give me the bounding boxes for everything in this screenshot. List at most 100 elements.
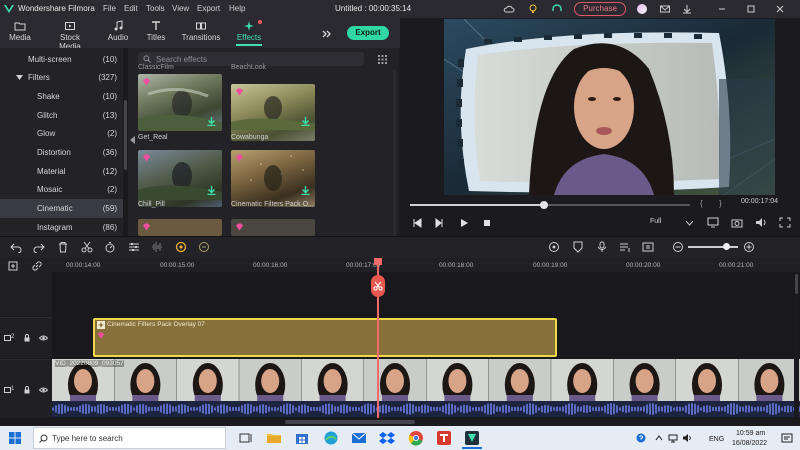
- scrollbar-thumb[interactable]: [285, 420, 415, 424]
- scrollbar-thumb[interactable]: [124, 100, 127, 170]
- render-preview-icon[interactable]: [548, 241, 560, 253]
- category-shake[interactable]: Shake (10): [0, 87, 123, 106]
- chevrons-right-icon[interactable]: [321, 28, 333, 40]
- link-icon[interactable]: [32, 261, 42, 271]
- collapse-arrow-icon[interactable]: [130, 136, 136, 144]
- fullscreen-icon[interactable]: [779, 217, 791, 228]
- speaker-icon[interactable]: [682, 433, 692, 443]
- menu-tools[interactable]: Tools: [146, 4, 165, 13]
- voiceover-list-icon[interactable]: [619, 241, 631, 253]
- zoom-in-icon[interactable]: [743, 241, 755, 253]
- clock-date[interactable]: 16/08/2022: [732, 440, 767, 447]
- effect-clip[interactable]: Cinematic Filters Pack Overlay 07: [93, 318, 557, 357]
- task-view-icon[interactable]: [238, 430, 254, 446]
- zoom-out-icon[interactable]: [672, 241, 684, 253]
- tab-effects[interactable]: Effects: [230, 20, 268, 46]
- mail-app-icon[interactable]: [351, 430, 367, 446]
- avatar[interactable]: [637, 4, 647, 14]
- mail-icon[interactable]: [659, 3, 671, 15]
- menu-help[interactable]: Help: [229, 4, 245, 13]
- quality-select[interactable]: Full: [650, 218, 661, 225]
- timeline-vertical-scrollbar[interactable]: [794, 272, 799, 418]
- category-material[interactable]: Material (12): [0, 162, 123, 181]
- microphone-icon[interactable]: [596, 241, 608, 253]
- speed-icon[interactable]: [104, 241, 116, 253]
- download-icon[interactable]: [207, 117, 216, 126]
- eye-icon[interactable]: [39, 334, 48, 342]
- chevron-down-icon[interactable]: [686, 221, 693, 226]
- close-icon[interactable]: [774, 3, 786, 15]
- network-icon[interactable]: [668, 433, 678, 443]
- clock-time[interactable]: 10:59 am: [736, 430, 765, 437]
- category-instagram[interactable]: Instagram (86): [0, 218, 123, 237]
- download-icon[interactable]: [207, 186, 216, 195]
- playhead-handle[interactable]: [371, 275, 385, 297]
- color-match-icon[interactable]: [175, 241, 187, 253]
- category-mosaic[interactable]: Mosaic (2): [0, 180, 123, 199]
- menu-view[interactable]: View: [172, 4, 189, 13]
- timeline-horizontal-scrollbar[interactable]: [0, 418, 800, 426]
- stop-icon[interactable]: [482, 218, 492, 228]
- category-multi-screen[interactable]: Multi-screen (10): [0, 50, 123, 69]
- tab-transitions[interactable]: Transitions: [180, 20, 222, 42]
- language-indicator[interactable]: ENG: [709, 436, 724, 443]
- adjust-sliders-icon[interactable]: [128, 241, 140, 253]
- volume-icon[interactable]: [755, 217, 767, 228]
- redo-icon[interactable]: [33, 241, 45, 253]
- zoom-slider[interactable]: [688, 246, 738, 248]
- scissors-icon[interactable]: [373, 281, 383, 291]
- headset-icon[interactable]: [551, 3, 563, 15]
- marker-shield-icon[interactable]: [572, 241, 584, 253]
- toolbox-app-icon[interactable]: [436, 430, 452, 446]
- purchase-button[interactable]: Purchase: [574, 2, 626, 16]
- dropbox-icon[interactable]: [379, 430, 395, 446]
- tab-media[interactable]: Media: [6, 20, 34, 42]
- scissors-icon[interactable]: [81, 241, 93, 253]
- cloud-icon[interactable]: [503, 3, 515, 15]
- download-icon[interactable]: [681, 3, 693, 15]
- notifications-icon[interactable]: [781, 432, 793, 444]
- download-icon[interactable]: [301, 117, 310, 126]
- library-scrollbar[interactable]: [393, 70, 396, 236]
- tab-stock-media[interactable]: Stock Media: [48, 20, 92, 51]
- scrollbar-thumb[interactable]: [795, 274, 798, 294]
- download-icon[interactable]: [301, 186, 310, 195]
- edge-browser-icon[interactable]: [323, 430, 339, 446]
- auto-reframe-icon[interactable]: [198, 241, 210, 253]
- taskbar-search-input[interactable]: Type here to search: [33, 427, 226, 449]
- play-icon[interactable]: [459, 218, 469, 228]
- menu-export[interactable]: Export: [197, 4, 220, 13]
- show-hidden-icons-icon[interactable]: [654, 433, 664, 443]
- file-explorer-icon[interactable]: [266, 430, 282, 446]
- snapshot-camera-icon[interactable]: [731, 217, 743, 228]
- play-pause-icon[interactable]: [435, 218, 445, 228]
- filmora-taskbar-icon[interactable]: [464, 430, 480, 446]
- export-button[interactable]: Export: [347, 26, 389, 40]
- minimize-icon[interactable]: [716, 3, 728, 15]
- snapshot-frame-icon[interactable]: [642, 241, 654, 253]
- undo-icon[interactable]: [10, 241, 22, 253]
- previous-frame-icon[interactable]: [412, 218, 422, 228]
- timeline-ruler[interactable]: [0, 258, 800, 272]
- maximize-icon[interactable]: [745, 3, 757, 15]
- audio-waveform-icon[interactable]: [151, 241, 163, 253]
- display-icon[interactable]: [707, 217, 719, 228]
- lock-icon[interactable]: [23, 334, 31, 342]
- add-track-icon[interactable]: [8, 261, 18, 271]
- lock-icon[interactable]: [23, 386, 31, 394]
- category-cinematic[interactable]: Cinematic (59): [0, 199, 123, 218]
- category-glitch[interactable]: Glitch (13): [0, 106, 123, 125]
- mark-out-bracket-icon[interactable]: }: [719, 199, 722, 208]
- tab-audio[interactable]: Audio: [104, 20, 132, 42]
- delete-icon[interactable]: [57, 241, 69, 253]
- playhead-top-marker[interactable]: [374, 258, 382, 265]
- menu-file[interactable]: File: [103, 4, 116, 13]
- grid-view-icon[interactable]: [378, 55, 387, 64]
- caret-down-icon[interactable]: [16, 74, 23, 81]
- chrome-icon[interactable]: [408, 430, 424, 446]
- tab-titles[interactable]: Titles: [142, 20, 170, 42]
- category-glow[interactable]: Glow (2): [0, 124, 123, 143]
- video-clip[interactable]: VID_20220809_093057: [52, 359, 800, 405]
- lightbulb-icon[interactable]: [527, 3, 539, 15]
- mark-in-bracket-icon[interactable]: {: [700, 199, 703, 208]
